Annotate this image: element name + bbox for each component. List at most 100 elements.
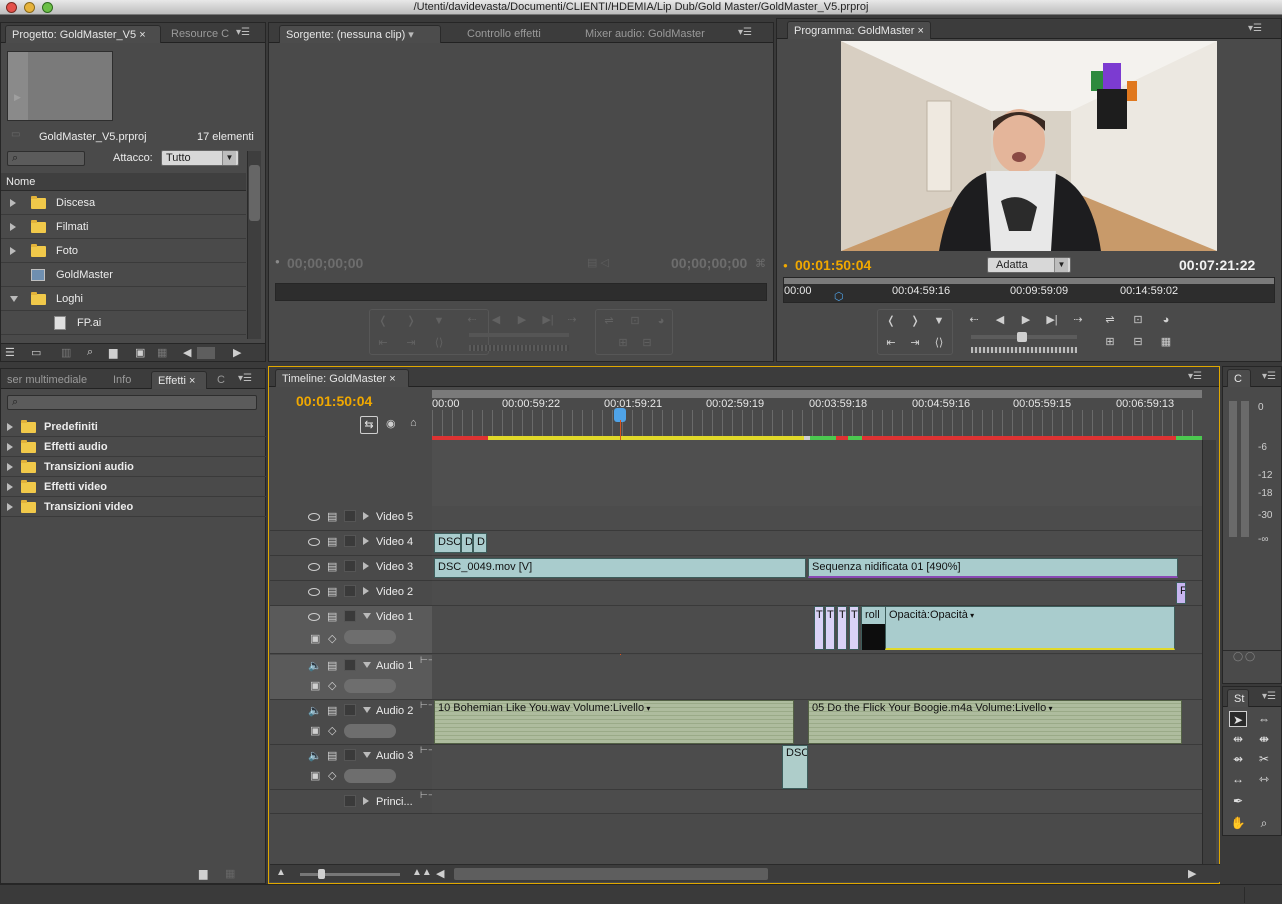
delete-icon[interactable]: ▦ [225,867,235,880]
zoom-out-icon[interactable]: ▲ [276,867,286,878]
lock-toggle[interactable] [344,610,356,625]
sync-lock-icon[interactable]: ▤ [327,560,337,573]
speaker-icon[interactable]: 🔈 [308,659,322,672]
keyframe-add-icon[interactable]: ◇ [328,769,336,782]
disclosure-closed-icon[interactable] [363,535,369,547]
zoom-in-icon[interactable]: ▲▲ [412,867,432,878]
panel-menu-icon[interactable]: ▾☰ [1247,23,1263,35]
eye-icon[interactable] [308,512,320,524]
attacco-select[interactable]: Tutto ▼ [161,150,239,166]
play-icon[interactable]: ▶ [511,311,533,329]
eye-icon[interactable] [308,537,320,549]
mark-out-icon[interactable]: ❭ [904,312,926,330]
clip-v3[interactable]: DSC_0049.mov [V] [434,558,806,578]
clip-v4[interactable]: DSC [434,533,461,553]
lock-toggle[interactable] [344,560,356,575]
mark-out-icon[interactable]: ❭ [400,312,422,330]
marker-icon[interactable]: ▼ [428,312,450,330]
clip-a3[interactable]: DSC [782,745,808,789]
shuttle-slider[interactable] [469,333,569,337]
mark-in-icon[interactable]: ❬ [372,312,394,330]
list-view-icon[interactable]: ☰ [5,346,15,359]
clip-v1-title[interactable]: T [814,606,824,650]
disclosure-open-icon[interactable] [363,659,371,671]
sync-lock-icon[interactable]: ▤ [327,704,337,717]
keyframe-add-icon[interactable]: ◇ [328,679,336,692]
disclosure-open-icon[interactable] [363,749,371,761]
playhead-icon[interactable]: ⬡ [834,290,844,303]
waveform-display-icon[interactable]: ▣ [310,724,320,737]
step-back-icon[interactable]: ⇠ [963,311,985,329]
disclosure-closed-icon[interactable] [363,795,369,807]
find-icon[interactable]: ⌕ [87,346,93,359]
zoom-thumb[interactable] [318,869,325,879]
eye-icon[interactable] [308,612,320,624]
zoom-slider[interactable] [300,869,400,879]
track-lane[interactable] [432,790,1202,814]
step-forward-icon[interactable]: ⇢ [561,311,583,329]
work-area-bar[interactable] [784,278,1274,284]
track-header[interactable]: 🔈 ▤ Audio 1 ⊢⊣ ▣ ◇ [270,655,436,700]
panel-menu-icon[interactable]: ▾☰ [235,27,251,39]
track-select-tool-icon[interactable]: ⇔ [1255,711,1273,727]
waveform-display-icon[interactable]: ▣ [310,769,320,782]
mark-in-icon[interactable]: ❬ [880,312,902,330]
track-header[interactable]: Princi... ⊢⊣ [270,790,436,814]
go-to-in-icon[interactable]: ⇤ [880,334,902,352]
tab-audio-mixer[interactable]: Mixer audio: GoldMaster [579,25,715,43]
sequence-marker-icon[interactable]: ⌂ [410,417,417,429]
icon-view-icon[interactable]: ▭ [31,346,41,359]
keyframe-navigator[interactable] [344,769,396,783]
tab-audio-meters[interactable]: C [1227,369,1251,387]
clip-a2-bohemian[interactable]: 10 Bohemian Like You.wav Volume:Livello … [434,700,794,744]
lock-toggle[interactable] [344,510,356,525]
zoom-window-button[interactable] [42,2,53,13]
disclosure-closed-icon[interactable] [7,457,13,477]
play-in-out-icon[interactable]: ⟨⟩ [928,334,950,352]
new-bin-icon[interactable]: ▆ [109,346,117,359]
disclosure-closed-icon[interactable] [10,215,16,239]
sync-lock-icon[interactable]: ▤ [327,535,337,548]
program-ruler[interactable]: 00:00 00:04:59:16 00:09:59:09 00:14:59:0… [783,277,1275,303]
tab-more[interactable]: C [211,371,235,389]
safe-margins-icon[interactable]: ⊡ [1127,311,1149,329]
settings-icon[interactable]: ⌘ [755,257,766,270]
tab-source[interactable]: Sorgente: (nessuna clip) ▾ [279,25,441,43]
source-ruler[interactable] [275,283,767,301]
timeline-scrollbar[interactable] [1202,440,1216,864]
lock-toggle[interactable] [344,749,356,764]
output-icon[interactable]: ◕ [650,312,672,330]
project-item[interactable]: Filmati [1,215,246,239]
disclosure-open-icon[interactable] [363,704,371,716]
lock-toggle[interactable] [344,585,356,600]
disclosure-closed-icon[interactable] [363,510,369,522]
eye-icon[interactable] [308,562,320,574]
disclosure-closed-icon[interactable] [363,585,369,597]
new-bin-icon[interactable]: ▆ [199,867,207,880]
horizontal-scroll-thumb[interactable] [197,347,215,359]
track-header[interactable]: ▤ Video 5 [270,506,432,531]
minimize-window-button[interactable] [24,2,35,13]
clip-a2-flick[interactable]: 05 Do the Flick Your Boogie.m4a Volume:L… [808,700,1182,744]
clip-v4[interactable]: D! [473,533,487,553]
close-window-button[interactable] [6,2,17,13]
scroll-left-icon[interactable]: ◀ [183,346,191,359]
play-icon[interactable]: ▶ [1015,311,1037,329]
ripple-edit-tool-icon[interactable]: ⇹ [1229,731,1247,747]
fit-select[interactable]: Adatta ▼ [987,257,1071,273]
marker-icon[interactable]: ▼ [928,312,950,330]
speaker-icon[interactable]: 🔈 [308,749,322,762]
rate-stretch-tool-icon[interactable]: ⇴ [1229,751,1247,767]
track-header[interactable]: 🔈 ▤ Audio 3 ⊢⊣ ▣ ◇ [270,745,436,790]
project-item[interactable]: Discesa [1,191,246,215]
safe-margins-icon[interactable]: ⊡ [624,312,646,330]
sync-lock-icon[interactable]: ▤ [327,585,337,598]
track-header[interactable]: ▤ Video 2 [270,581,432,606]
disclosure-closed-icon[interactable] [10,191,16,215]
keyframe-add-icon[interactable]: ◇ [328,632,336,645]
zoom-tool-icon[interactable]: ⌕ [1255,815,1273,831]
effects-folder-item[interactable]: Effetti video [1,477,267,497]
tab-timeline[interactable]: Timeline: GoldMaster × [275,369,409,387]
forward-icon[interactable]: ▶| [1041,311,1063,329]
sync-lock-icon[interactable]: ▤ [327,610,337,623]
